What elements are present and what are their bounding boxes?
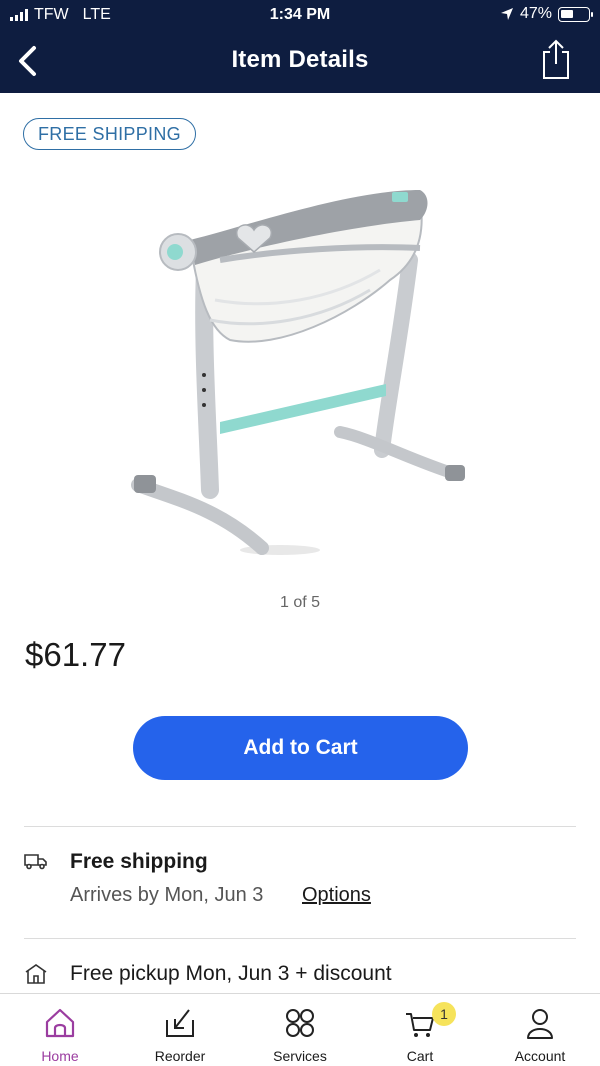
product-image[interactable] [120,170,480,570]
pickup-option[interactable]: Free pickup Mon, Jun 3 + discount [24,958,576,992]
tab-services[interactable]: Services [240,994,360,1066]
add-to-cart-button[interactable]: Add to Cart [133,716,468,780]
divider [24,826,576,827]
app-header: TFW LTE 1:34 PM 47% Item Details [0,0,600,93]
location-arrow-icon [500,8,513,20]
image-counter: 1 of 5 [279,594,321,611]
bassinet-image [131,190,465,555]
store-icon [24,963,48,985]
tab-label: Account [514,1048,566,1064]
bottom-tab-bar: Home Reorder Services 1 Cart Account [0,993,600,1066]
shipping-arrival: Arrives by Mon, Jun 3 [70,884,264,906]
tab-cart[interactable]: 1 Cart [360,994,480,1066]
divider [24,938,576,939]
tab-label: Home [41,1048,79,1064]
product-price: $61.77 [25,636,126,673]
tab-label: Services [273,1048,327,1064]
shipping-option: Free shipping Arrives by Mon, Jun 3 Opti… [24,846,576,916]
page-title: Item Details [231,46,369,73]
share-button[interactable] [536,38,576,82]
reorder-icon [163,1006,197,1040]
truck-icon [24,851,48,871]
tab-home[interactable]: Home [0,994,120,1066]
tab-label: Cart [406,1048,434,1064]
nav-bar: Item Details [0,30,600,93]
tab-reorder[interactable]: Reorder [120,994,240,1066]
battery-percent: 47% [519,5,552,22]
shipping-options-link[interactable]: Options [302,884,371,907]
share-icon [543,39,569,79]
cart-count-badge: 1 [432,1002,456,1026]
account-icon [523,1006,557,1040]
battery-fill [561,9,573,18]
tab-label: Reorder [154,1048,206,1064]
shipping-title: Free shipping [70,850,208,873]
services-icon [283,1006,317,1040]
tab-account[interactable]: Account [480,994,600,1066]
battery-icon [558,6,593,22]
status-right: 47% [500,5,593,23]
home-icon [43,1006,77,1040]
pickup-title: Free pickup Mon, Jun 3 + discount [70,962,392,985]
status-bar: TFW LTE 1:34 PM 47% [0,0,600,30]
free-shipping-badge: FREE SHIPPING [23,118,196,150]
